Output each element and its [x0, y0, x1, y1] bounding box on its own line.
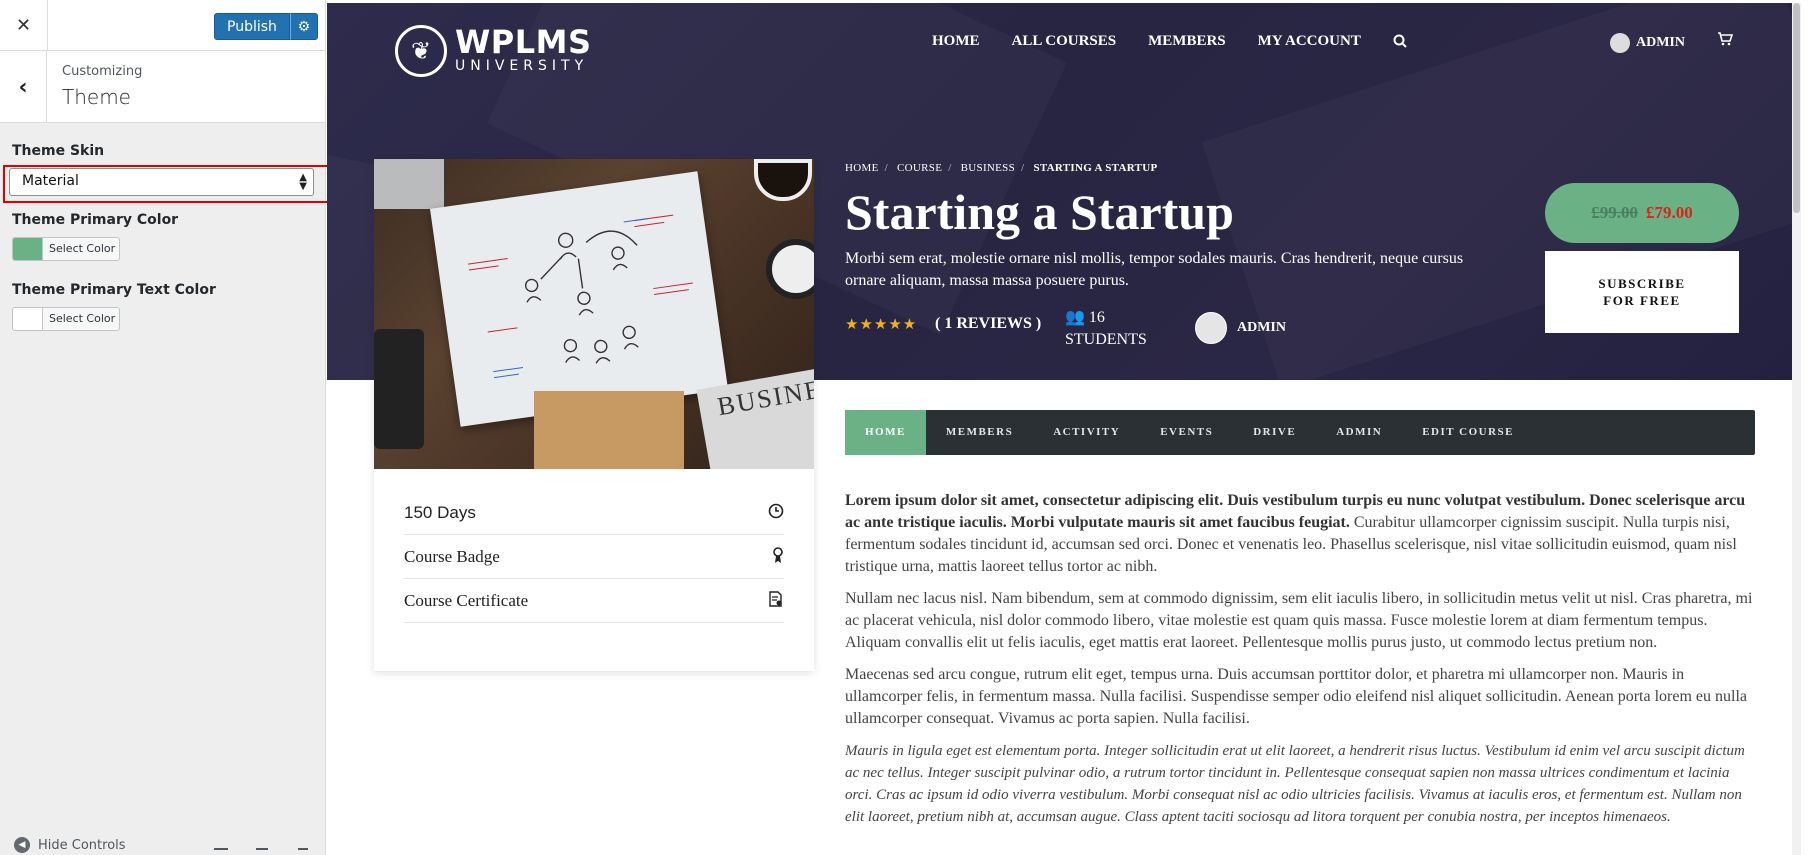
subscribe-line1: SUBSCRIBE [1598, 276, 1686, 291]
content-paragraph-3: Maecenas sed arcu congue, rutrum elit eg… [845, 666, 1747, 727]
back-arrow-icon[interactable]: ‹ [0, 51, 47, 123]
course-badge: Course Badge [404, 535, 784, 579]
search-icon[interactable] [1393, 34, 1407, 52]
course-card: BUSINE 150 Days Course Badge Course Cert… [374, 159, 814, 671]
instructor[interactable]: ADMIN [1195, 312, 1286, 344]
new-price: £79.00 [1646, 203, 1693, 222]
site-logo[interactable]: ❦ WPLMS UNIVERSITY [395, 25, 592, 77]
section-header: ‹ Customizing Theme [0, 51, 325, 123]
duration-label: 150 Days [404, 502, 476, 522]
primary-text-color-picker[interactable]: Select Color [12, 307, 120, 331]
students-icon: 👥 [1065, 309, 1085, 326]
theme-skin-value: Material [22, 173, 79, 189]
collapse-icon: ◀ [14, 837, 30, 853]
mobile-preview-icon[interactable] [298, 848, 308, 854]
breadcrumb-business[interactable]: BUSINESS [961, 162, 1015, 174]
primary-color-swatch [13, 238, 43, 260]
newspaper-text: BUSINE [715, 374, 814, 422]
preview-scrollbar[interactable] [1792, 3, 1801, 855]
primary-color-button-label: Select Color [49, 242, 116, 255]
primary-text-color-swatch [13, 308, 43, 330]
desktop-preview-icon[interactable] [214, 848, 228, 854]
price-badge: £99.00 £79.00 [1545, 183, 1739, 243]
close-icon[interactable]: ✕ [0, 0, 48, 51]
students-number: 16 [1088, 309, 1105, 326]
gear-icon[interactable]: ⚙ [289, 13, 318, 40]
content-paragraph-1: Lorem ipsum dolor sit amet, consectetur … [845, 490, 1755, 578]
content-paragraph-4: Mauris in ligula eget est elementum port… [845, 743, 1745, 825]
user-menu[interactable]: ADMIN [1610, 33, 1685, 53]
nav-all-courses[interactable]: ALL COURSES [1012, 33, 1117, 52]
user-name: ADMIN [1636, 35, 1685, 50]
clock-icon [768, 503, 784, 523]
subscribe-line2: FOR FREE [1603, 293, 1681, 308]
scrollbar-thumb[interactable] [1793, 3, 1800, 213]
publish-button[interactable]: Publish [214, 13, 290, 40]
course-title: Starting a Startup [845, 184, 1234, 240]
instructor-name: ADMIN [1237, 320, 1286, 335]
select-arrows-icon: ▲ ▼ [299, 172, 307, 192]
logo-wordmark: WPLMS [455, 23, 592, 61]
logo-tagline: UNIVERSITY [455, 58, 589, 74]
tab-activity[interactable]: ACTIVITY [1033, 410, 1140, 455]
primary-color-picker[interactable]: Select Color [12, 237, 120, 261]
badge-label: Course Badge [404, 546, 500, 566]
customizer-header: ✕ Publish ⚙ [0, 0, 325, 51]
breadcrumb-home[interactable]: HOME [845, 162, 879, 174]
tab-edit-course[interactable]: EDIT COURSE [1402, 410, 1534, 455]
section-subtitle: Customizing [62, 64, 143, 79]
theme-skin-label: Theme Skin [12, 143, 105, 159]
tab-admin[interactable]: ADMIN [1316, 410, 1402, 455]
tab-events[interactable]: EVENTS [1140, 410, 1233, 455]
nav-my-account[interactable]: MY ACCOUNT [1258, 33, 1361, 52]
course-image: BUSINE [374, 159, 814, 469]
certificate-icon [768, 590, 784, 611]
customizer-sidebar: ✕ Publish ⚙ ‹ Customizing Theme Theme Sk… [0, 0, 337, 855]
primary-color-label: Theme Primary Color [12, 212, 179, 228]
breadcrumb: HOME / COURSE / BUSINESS / STARTING A START… [845, 162, 1158, 174]
course-content: Lorem ipsum dolor sit amet, consectetur … [845, 490, 1755, 838]
old-price: £99.00 [1591, 203, 1638, 222]
wheat-emblem-icon: ❦ [395, 25, 447, 77]
subscribe-button[interactable]: SUBSCRIBE FOR FREE [1545, 251, 1739, 333]
tab-home[interactable]: HOME [845, 410, 926, 455]
course-description: Morbi sem erat, molestie ornare nisl mol… [845, 250, 1464, 289]
students-label: STUDENTS [1065, 331, 1147, 348]
tab-members[interactable]: MEMBERS [926, 410, 1033, 455]
instructor-avatar [1195, 312, 1227, 344]
course-tabs: HOME MEMBERS ACTIVITY EVENTS DRIVE ADMIN… [845, 410, 1755, 455]
site-preview: ❦ WPLMS UNIVERSITY HOME ALL COURSES MEMB… [327, 3, 1801, 855]
cart-icon[interactable] [1717, 31, 1734, 50]
nav-home[interactable]: HOME [932, 33, 980, 52]
section-title: Theme [62, 85, 131, 109]
course-certificate: Course Certificate [404, 579, 784, 623]
certificate-label: Course Certificate [404, 590, 529, 610]
breadcrumb-course[interactable]: COURSE [897, 162, 942, 174]
students-count: 👥 16 STUDENTS [1065, 307, 1147, 351]
hide-controls-button[interactable]: ◀ Hide Controls [14, 837, 126, 853]
theme-skin-select[interactable]: Material ▲ ▼ [9, 168, 314, 196]
primary-text-color-label: Theme Primary Text Color [12, 282, 216, 298]
publish-group: Publish ⚙ [214, 13, 318, 40]
badge-icon [772, 546, 784, 568]
main-nav: HOME ALL COURSES MEMBERS MY ACCOUNT [932, 33, 1407, 52]
tablet-preview-icon[interactable] [256, 848, 268, 854]
avatar [1610, 33, 1630, 53]
course-duration: 150 Days [404, 491, 784, 535]
tab-drive[interactable]: DRIVE [1233, 410, 1316, 455]
content-paragraph-2: Nullam nec lacus nisl. Nam bibendum, sem… [845, 590, 1753, 651]
breadcrumb-current: STARTING A STARTUP [1033, 162, 1158, 174]
primary-text-color-button-label: Select Color [49, 312, 116, 325]
customizer-footer: ◀ Hide Controls [0, 835, 326, 855]
nav-members[interactable]: MEMBERS [1148, 33, 1226, 52]
reviews-count[interactable]: ( 1 REVIEWS ) [935, 315, 1041, 333]
hide-controls-label: Hide Controls [38, 837, 126, 853]
rating-stars-icon: ★★★★★ [845, 315, 918, 333]
